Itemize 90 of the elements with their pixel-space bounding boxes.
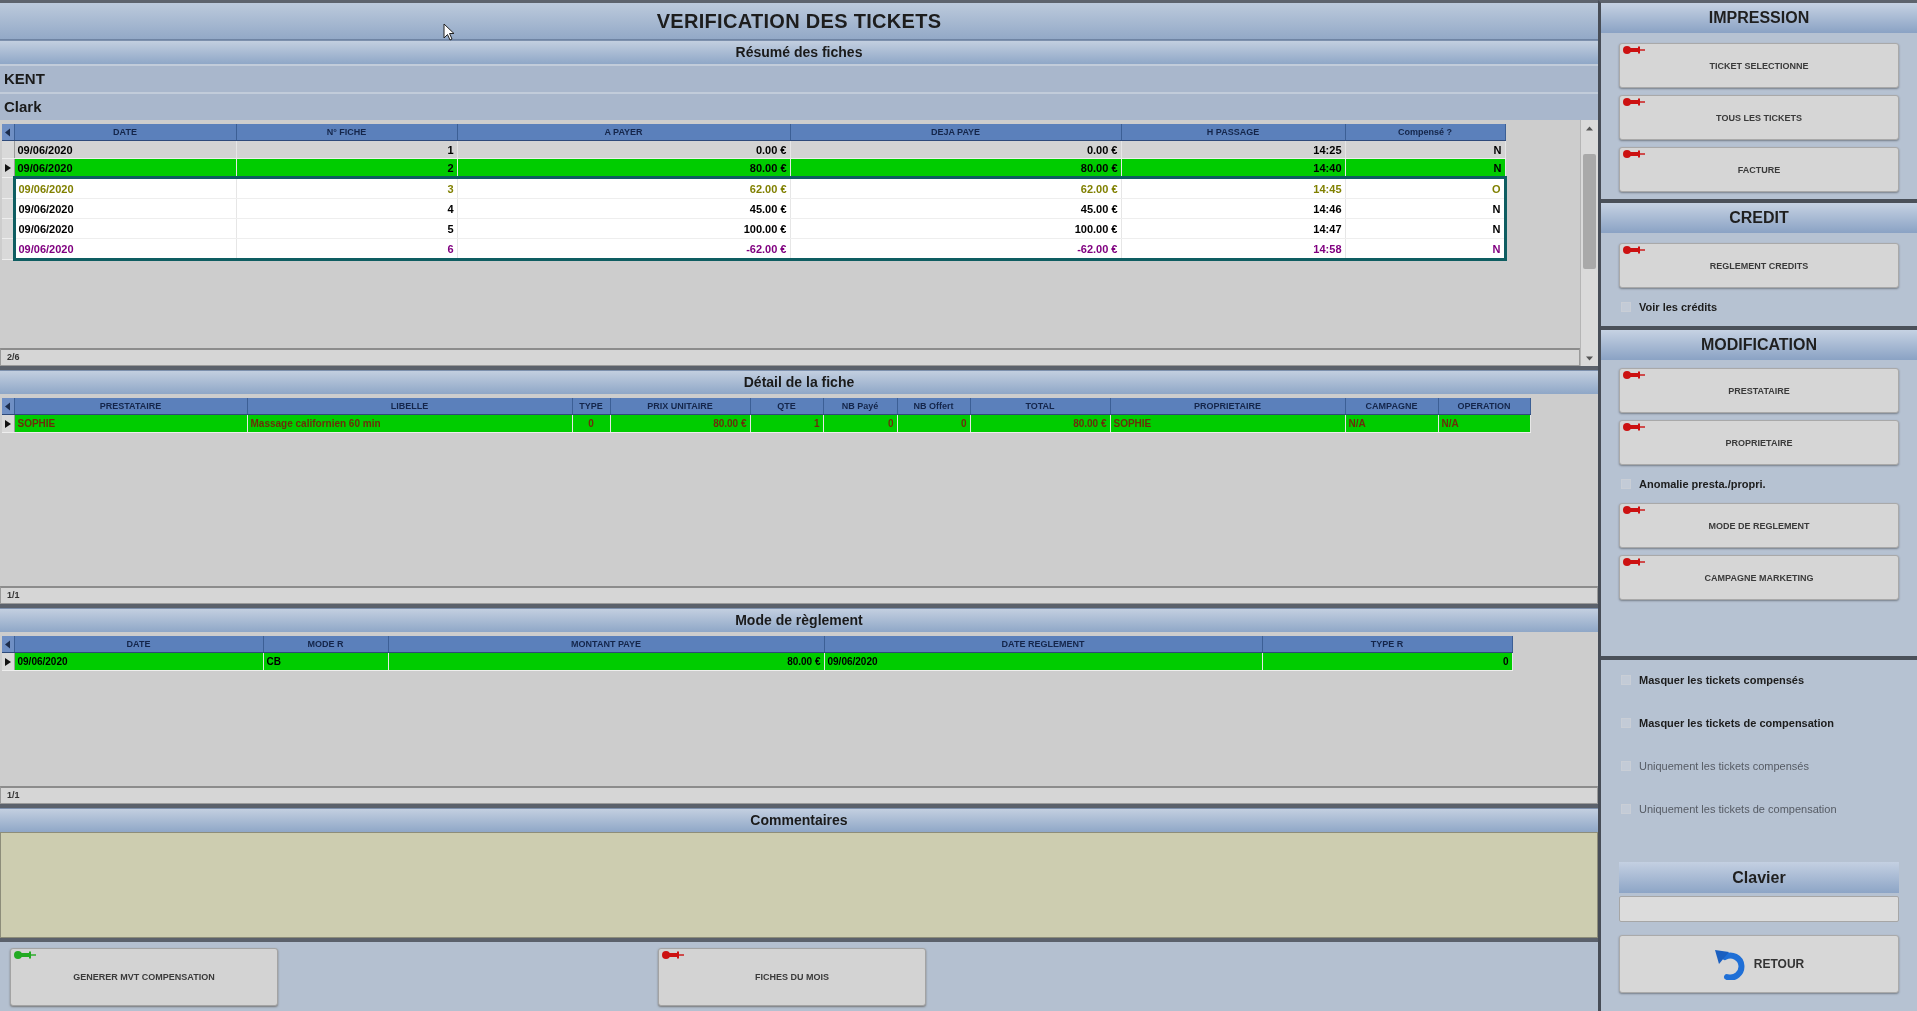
checkbox-label[interactable]: Voir les crédits [1639,301,1718,313]
grid-corner-icon [4,401,12,411]
section-header: Détail de la fiche [0,370,1598,394]
section-header: Clavier [1619,862,1899,893]
column-header[interactable]: DATE REGLEMENT [824,636,1262,653]
table-cell: 14:58 [1121,238,1345,260]
action-button[interactable]: MODE DE REGLEMENT [1619,503,1899,548]
table-cell: 6 [236,238,457,260]
action-button[interactable]: TICKET SELECTIONNE [1619,43,1899,88]
table-row[interactable]: 09/06/2020 4 45.00 € 45.00 € 14:46 N [2,198,1505,219]
column-header[interactable]: CAMPAGNE [1345,398,1438,415]
table-cell: 62.00 € [790,177,1121,199]
action-button[interactable]: REGLEMENT CREDITS [1619,243,1899,288]
pin-icon [1623,97,1645,107]
scrollbar-track[interactable] [1580,120,1598,366]
row-pointer-icon [4,419,11,428]
action-button[interactable]: CAMPAGNE MARKETING [1619,555,1899,600]
section-header: MODIFICATION [1601,330,1917,360]
record-count: 1/1 [0,786,1598,804]
window-title: VERIFICATION DES TICKETS [656,9,942,33]
table-cell: 09/06/2020 [14,238,236,260]
pin-icon [1623,370,1645,380]
table-row[interactable]: 09/06/2020 6 -62.00 € -62.00 € 14:58 N [2,238,1505,260]
column-header[interactable]: Compensé ? [1345,124,1505,141]
table-cell: -62.00 € [457,238,790,260]
client-name: KENT [0,64,1598,92]
section-header: Commentaires [0,808,1598,832]
pin-icon [1623,422,1645,432]
comment-field[interactable] [0,832,1598,938]
column-header[interactable]: TYPE R [1262,636,1512,653]
column-header[interactable]: MONTANT PAYE [388,636,824,653]
table-cell: 62.00 € [457,177,790,199]
table-cell: -62.00 € [790,238,1121,260]
record-count: 2/6 [0,348,1580,366]
column-header[interactable]: PRESTATAIRE [14,398,247,415]
column-header[interactable]: A PAYER [457,124,790,141]
column-header[interactable]: OPERATION [1438,398,1530,415]
pin-icon [1623,45,1645,55]
section-header: Mode de règlement [0,608,1598,632]
column-header[interactable]: DATE [14,124,236,141]
action-button[interactable]: PRESTATAIRE [1619,368,1899,413]
column-header[interactable]: PRIX UNITAIRE [610,398,750,415]
column-header[interactable]: N° FICHE [236,124,457,141]
column-header[interactable]: DEJA PAYE [790,124,1121,141]
column-header[interactable]: DATE [14,636,263,653]
section-header: Résumé des fiches [0,40,1598,64]
checkbox-label[interactable]: Masquer les tickets de compensation [1639,717,1834,729]
record-count: 1/1 [0,586,1598,604]
checkbox-label[interactable]: Masquer les tickets compensés [1639,674,1805,686]
column-header[interactable]: NB Offert [897,398,970,415]
row-pointer-icon [4,164,11,172]
column-header[interactable]: H PASSAGE [1121,124,1345,141]
column-header[interactable]: PROPRIETAIRE [1110,398,1345,415]
table-row[interactable]: 09/06/2020 3 62.00 € 62.00 € 14:45 O [2,177,1505,199]
column-header[interactable]: TOTAL [970,398,1110,415]
column-header[interactable]: MODE R [263,636,388,653]
table-cell: 14:45 [1121,177,1345,199]
mouse-cursor-icon [443,23,455,41]
text-field[interactable] [1619,896,1899,922]
action-button[interactable]: GENERER MVT COMPENSATION [10,947,278,1006]
table-cell: 09/06/2020 [14,218,236,239]
scrollbar-thumb[interactable] [1583,154,1596,269]
table-row[interactable]: 09/06/2020 CB 80.00 € 09/06/2020 0 [2,652,1512,671]
action-button[interactable]: PROPRIETAIRE [1619,420,1899,465]
table-cell: 09/06/2020 [14,177,236,199]
column-header[interactable]: TYPE [572,398,610,415]
pin-icon [1623,149,1645,159]
grid-corner-icon [4,127,12,137]
grid-corner-icon [4,639,12,649]
table-row[interactable]: 09/06/2020 5 100.00 € 100.00 € 14:47 N [2,218,1505,239]
section-header: CREDIT [1601,203,1917,233]
column-header[interactable]: NB Payé [823,398,897,415]
pin-icon [1623,245,1645,255]
action-button[interactable]: TOUS LES TICKETS [1619,95,1899,140]
table-row[interactable]: 09/06/2020 1 0.00 € 0.00 € 14:25 N [2,140,1505,159]
table-row[interactable]: SOPHIE Massage californien 60 min 0 80.00 € 1 0 0 80.00 € SOPHIE N/A N/A [2,414,1530,433]
table-cell: O [1345,177,1505,199]
section-header: IMPRESSION [1601,3,1917,33]
action-button[interactable]: FACTURE [1619,147,1899,192]
checkbox-label[interactable]: Anomalie presta./propri. [1639,478,1766,490]
pin-icon [1623,557,1645,567]
action-button[interactable]: FICHES DU MOIS [658,947,926,1006]
pin-icon [1623,505,1645,515]
table-cell: 09/06/2020 [14,198,236,219]
column-header[interactable]: QTE [750,398,823,415]
column-header[interactable]: LIBELLE [247,398,572,415]
client-name: Clark [0,92,1598,120]
table-cell: 3 [236,177,457,199]
row-pointer-icon [4,657,11,666]
back-button[interactable]: RETOUR [1619,935,1899,993]
